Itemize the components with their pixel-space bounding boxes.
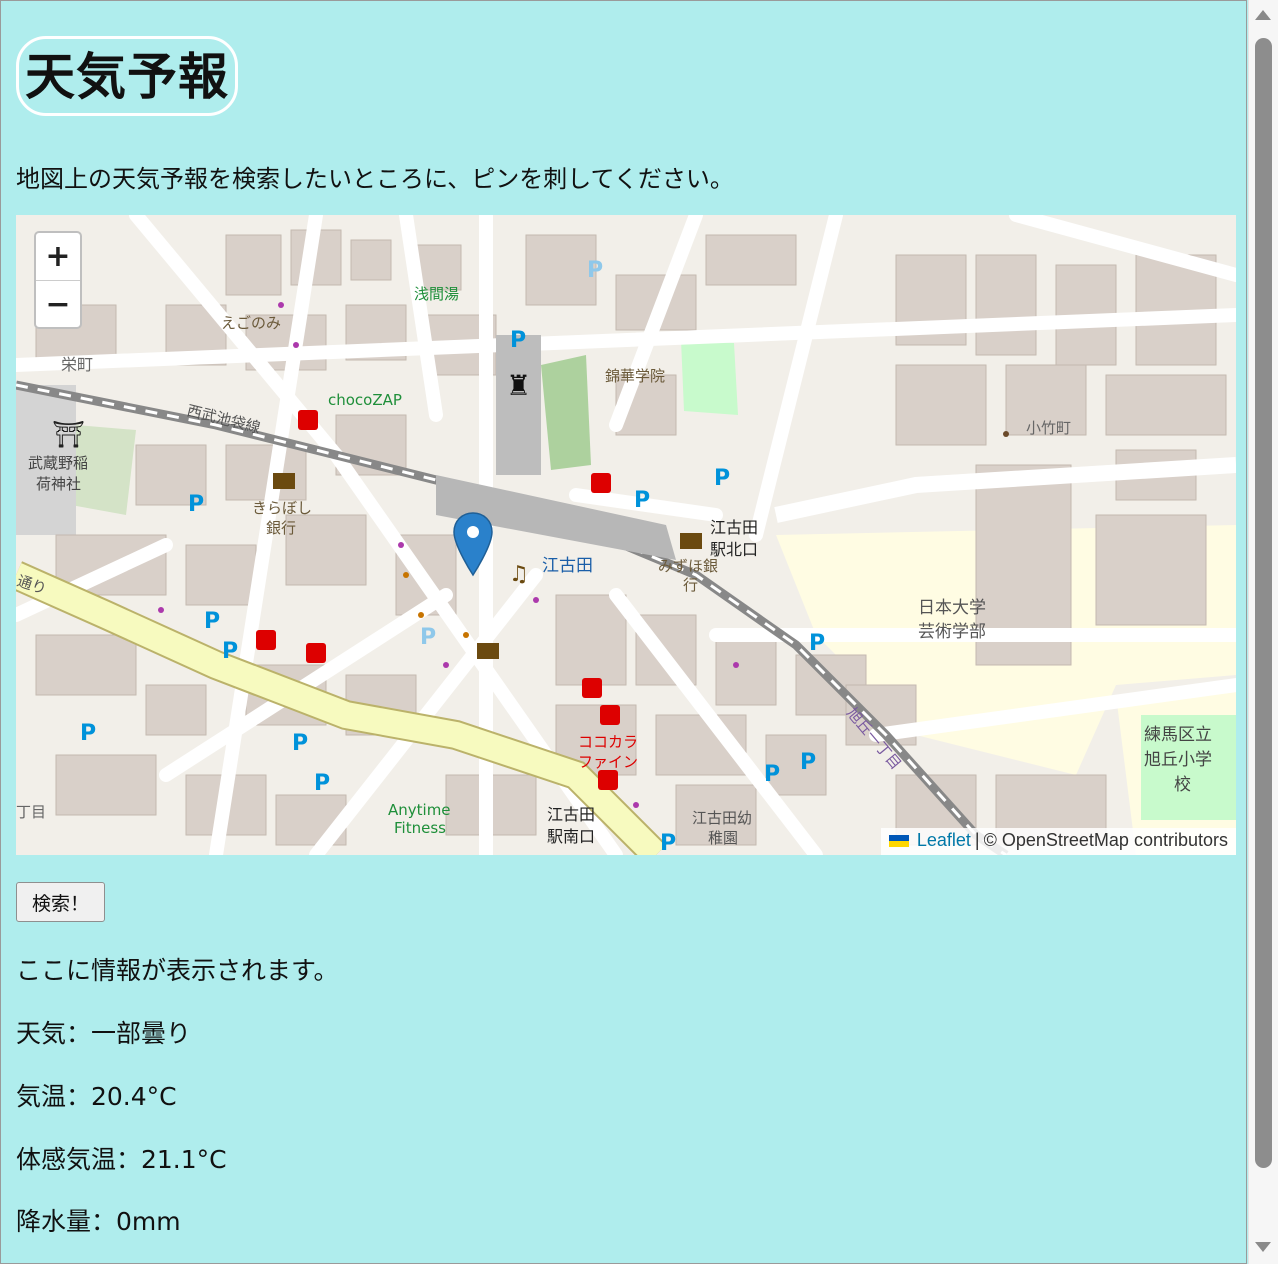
feels-like-text: 体感気温：21.1°C: [16, 1145, 227, 1174]
map-label-ekokoda-n1: 江古田: [710, 518, 758, 537]
park: [681, 340, 738, 415]
svg-text:P: P: [292, 731, 308, 756]
map-label-nichidai2: 芸術学部: [918, 622, 986, 642]
svg-text:P: P: [587, 258, 603, 283]
map-label-mizuho1: みずほ銀: [658, 557, 718, 575]
svg-text:P: P: [188, 492, 204, 517]
attribution-separator: |: [974, 830, 980, 850]
zoom-control: + −: [34, 231, 82, 329]
precipitation-text: 降水量：0mm: [16, 1207, 181, 1236]
map-attribution: Leaflet | © OpenStreetMap contributors: [880, 828, 1236, 855]
map-label-sakaemachi: 栄町: [61, 355, 93, 374]
svg-text:P: P: [634, 488, 650, 513]
osm-credit[interactable]: © OpenStreetMap contributors: [984, 830, 1228, 851]
temperature-text: 気温：20.4°C: [16, 1082, 177, 1111]
vertical-scrollbar[interactable]: [1248, 0, 1278, 1264]
map-label-nichidai1: 日本大学: [918, 598, 986, 618]
map[interactable]: PP PPP PPP PPP PPP P えごのみ 浅間湯 栄町 chocoZA…: [16, 215, 1236, 855]
map-label-school2: 旭丘小学: [1144, 750, 1212, 770]
weather-text: 天気：一部曇り: [16, 1019, 192, 1048]
instructions-text: 地図上の天気予報を検索したいところに、ピンを刺してください。: [16, 165, 734, 193]
map-label-inari1: 武蔵野稲: [28, 454, 88, 472]
bank-icon-2: [273, 473, 295, 489]
svg-text:P: P: [510, 328, 526, 353]
map-label-cocokara2: ファイン: [578, 753, 638, 771]
svg-text:P: P: [222, 639, 238, 664]
bank-icon: [680, 533, 702, 549]
map-label-ekokoda-s1: 江古田: [547, 805, 595, 824]
post-office-icon: [477, 643, 499, 659]
zoom-out-button[interactable]: −: [36, 281, 80, 328]
page-title: 天気予報: [25, 48, 229, 106]
info-placeholder: ここに情報が表示されます。: [16, 956, 339, 985]
svg-text:P: P: [714, 466, 730, 491]
map-label-school3: 校: [1174, 775, 1191, 795]
map-label-kiraboshi1: きらぼし: [252, 499, 312, 517]
map-label-chome: 丁目: [16, 803, 46, 821]
monument-icon: ♜: [506, 369, 531, 402]
map-label-egonomi: えごのみ: [221, 314, 281, 332]
map-label-ekoda-station: 江古田: [542, 556, 593, 576]
map-tiles[interactable]: PP P PP PPP PPP PP P P えごのみ 浅間湯 栄町 chocoZA…: [16, 215, 1236, 855]
scroll-down-arrow-icon[interactable]: [1255, 1242, 1271, 1252]
map-label-anytime2: Fitness: [394, 819, 446, 837]
page: 天気予報 地図上の天気予報を検索したいところに、ピンを刺してください。 P P …: [0, 0, 1247, 1264]
svg-text:P: P: [314, 771, 330, 796]
map-label-chocozap: chocoZAP: [328, 391, 402, 409]
map-label-cocokara1: ココカラ: [578, 733, 638, 751]
music-icon: ♫: [509, 562, 529, 587]
leaflet-link[interactable]: Leaflet: [917, 830, 971, 851]
map-label-kinka: 錦華学院: [605, 367, 665, 385]
svg-text:P: P: [80, 721, 96, 746]
map-label-mizuho2: 行: [683, 576, 698, 594]
scrollbar-thumb[interactable]: [1255, 38, 1272, 1168]
svg-text:P: P: [420, 625, 436, 650]
map-label-school1: 練馬区立: [1144, 725, 1212, 745]
map-label-sasayu: 浅間湯: [414, 285, 459, 303]
torii-icon: ⛩: [52, 420, 85, 450]
ukraine-flag-icon: [888, 834, 909, 847]
scroll-up-arrow-icon[interactable]: [1255, 10, 1271, 20]
svg-text:P: P: [660, 831, 676, 855]
svg-text:P: P: [204, 609, 220, 634]
map-label-inari2: 荷神社: [36, 475, 81, 493]
zoom-in-button[interactable]: +: [36, 233, 80, 281]
map-label-anytime1: Anytime: [388, 801, 451, 819]
station-building: [496, 335, 541, 475]
map-label-kotakecho: 小竹町: [1026, 419, 1071, 437]
map-label-ekokoda-s2: 駅南口: [547, 827, 595, 846]
search-button[interactable]: 検索！: [16, 882, 105, 922]
map-label-kindergarten2: 稚園: [708, 829, 738, 847]
map-label-kiraboshi2: 銀行: [266, 519, 296, 537]
svg-text:P: P: [764, 762, 780, 787]
svg-text:P: P: [809, 631, 825, 656]
map-label-kindergarten1: 江古田幼: [692, 809, 752, 827]
title-container: 天気予報: [16, 36, 238, 116]
svg-text:P: P: [800, 750, 816, 775]
